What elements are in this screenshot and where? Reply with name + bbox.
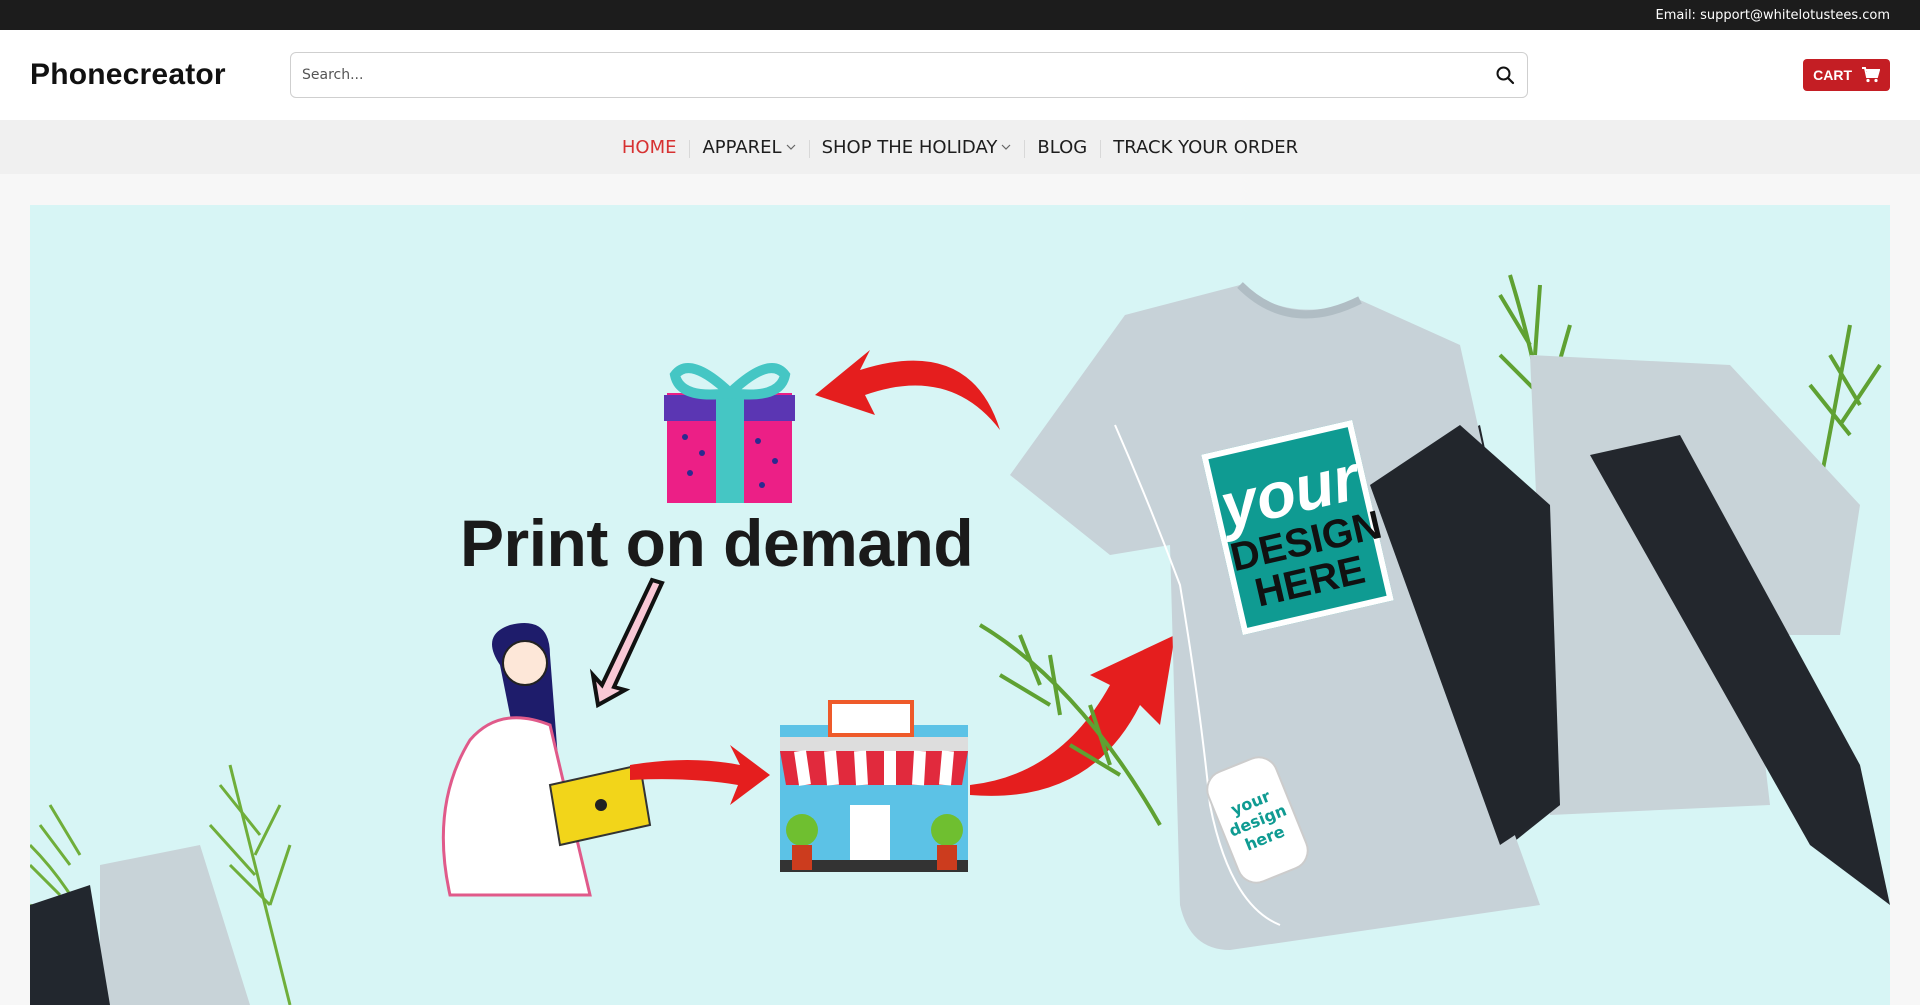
nav-item-label: APPAREL xyxy=(702,136,782,158)
hero-title: Print on demand xyxy=(460,506,974,580)
red-arrow xyxy=(815,350,1000,430)
nav-item-label: BLOG xyxy=(1037,136,1088,158)
nav-item-label: SHOP THE HOLIDAY xyxy=(821,136,998,158)
black-arrow xyxy=(589,577,665,709)
nav-item-label: TRACK YOUR ORDER xyxy=(1113,136,1299,158)
nav-item-track-your-order[interactable]: TRACK YOUR ORDER xyxy=(1100,137,1311,158)
search-box xyxy=(290,52,1528,98)
chevron-down-icon xyxy=(786,144,795,150)
leggings-piece xyxy=(30,885,110,1005)
nav-item-home[interactable]: HOME xyxy=(609,137,690,158)
nav-item-apparel[interactable]: APPAREL xyxy=(689,137,808,158)
storefront-illustration xyxy=(780,700,968,872)
search-icon[interactable] xyxy=(1495,65,1515,85)
nav-item-blog[interactable]: BLOG xyxy=(1024,137,1100,158)
red-arrow xyxy=(630,745,770,805)
header: Phonecreator CART xyxy=(0,30,1920,120)
site-logo[interactable]: Phonecreator xyxy=(30,58,260,92)
top-bar: Email: support@whitelotustees.com xyxy=(0,0,1920,30)
gift-box-icon xyxy=(664,363,795,503)
shirt-piece xyxy=(100,845,250,1005)
chevron-down-icon xyxy=(1001,144,1011,150)
nav-item-label: HOME xyxy=(621,136,677,158)
hero-banner[interactable]: Print on demand your DESIGN HERE your de… xyxy=(30,205,1890,1005)
red-arrow xyxy=(970,635,1175,796)
main-nav: HOME APPAREL SHOP THE HOLIDAY BLOG TRACK… xyxy=(0,120,1920,174)
cart-button[interactable]: CART xyxy=(1803,59,1890,91)
hero-illustration xyxy=(30,274,1890,1005)
cart-icon xyxy=(1862,67,1880,83)
support-email: Email: support@whitelotustees.com xyxy=(1655,7,1890,23)
search-input[interactable] xyxy=(291,53,1527,97)
cart-label: CART xyxy=(1813,67,1852,83)
nav-item-shop-the-holiday[interactable]: SHOP THE HOLIDAY xyxy=(808,136,1025,158)
